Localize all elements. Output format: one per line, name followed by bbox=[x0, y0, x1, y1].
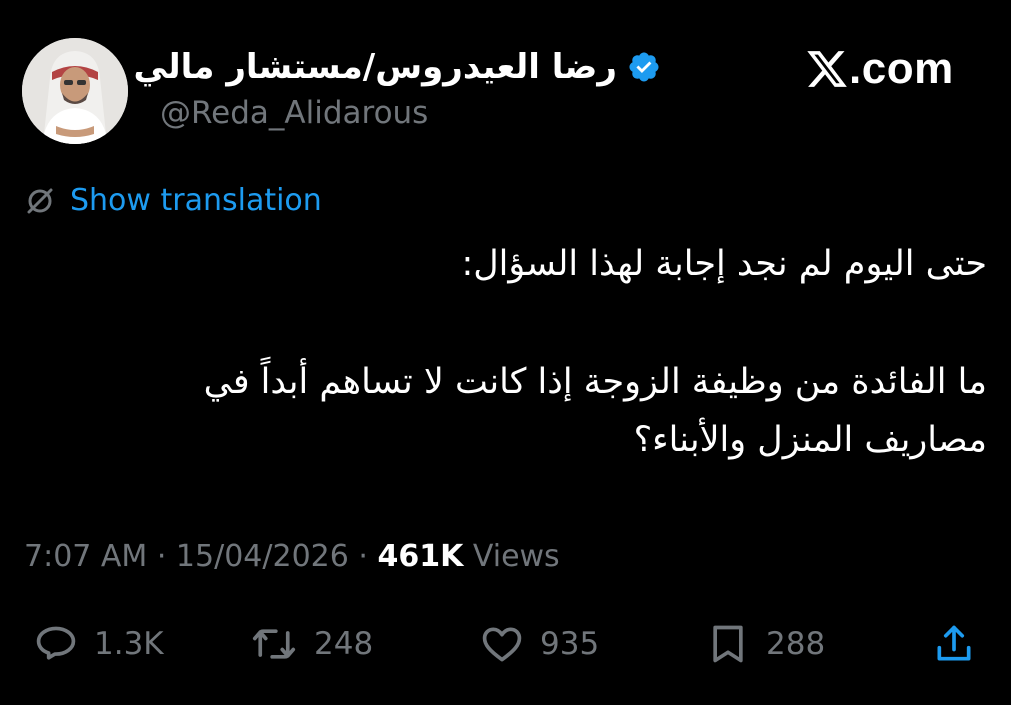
retweet-icon bbox=[250, 622, 298, 666]
globe-slash-icon bbox=[24, 185, 56, 217]
meta-separator-1: · bbox=[147, 539, 176, 574]
tweet-text-line-2: ما الفائدة من وظيفة الزوجة إذا كانت لا ت… bbox=[203, 362, 987, 402]
views-count: 461K bbox=[377, 539, 464, 574]
meta-separator-2: · bbox=[348, 539, 378, 574]
reply-icon bbox=[34, 622, 78, 666]
x-brand-text: .com bbox=[849, 44, 954, 93]
author-avatar[interactable] bbox=[22, 38, 128, 144]
reply-button[interactable]: 1.3K bbox=[34, 614, 164, 674]
author-handle[interactable]: @Reda_Alidarous bbox=[160, 92, 428, 134]
bookmark-button[interactable]: 288 bbox=[706, 614, 825, 674]
share-button[interactable] bbox=[932, 614, 976, 674]
verified-badge-icon bbox=[627, 50, 661, 84]
x-logo-icon bbox=[805, 47, 849, 91]
like-count: 935 bbox=[540, 626, 600, 662]
tweet-date[interactable]: 15/04/2026 bbox=[176, 539, 349, 574]
retweet-button[interactable]: 248 bbox=[250, 614, 373, 674]
bookmark-count: 288 bbox=[766, 626, 826, 662]
author-name-row[interactable]: رضا العيدروس/مستشار مالي bbox=[134, 45, 662, 89]
tweet-text-line-1: حتى اليوم لم نجد إجابة لهذا السؤال: bbox=[461, 244, 987, 284]
tweet-time[interactable]: 7:07 AM bbox=[24, 539, 147, 574]
reply-count: 1.3K bbox=[94, 626, 164, 662]
x-brand: .com bbox=[805, 44, 954, 94]
tweet-card: رضا العيدروس/مستشار مالي @Reda_Alidarous… bbox=[0, 0, 1011, 705]
bookmark-icon bbox=[706, 622, 750, 666]
translation-row[interactable]: Show translation bbox=[24, 181, 322, 221]
views-label: Views bbox=[463, 539, 560, 574]
like-button[interactable]: 935 bbox=[480, 614, 599, 674]
share-icon bbox=[932, 622, 976, 666]
profile-photo-icon bbox=[22, 38, 128, 144]
author-display-name: رضا العيدروس/مستشار مالي bbox=[133, 47, 618, 87]
tweet-meta: 7:07 AM · 15/04/2026 · 461K Views bbox=[24, 535, 560, 579]
tweet-actions: 1.3K 248 935 288 bbox=[0, 614, 1011, 674]
show-translation-link[interactable]: Show translation bbox=[70, 181, 322, 221]
tweet-text-line-3: مصاريف المنزل والأبناء؟ bbox=[633, 420, 987, 460]
retweet-count: 248 bbox=[314, 626, 374, 662]
heart-icon bbox=[480, 622, 524, 666]
